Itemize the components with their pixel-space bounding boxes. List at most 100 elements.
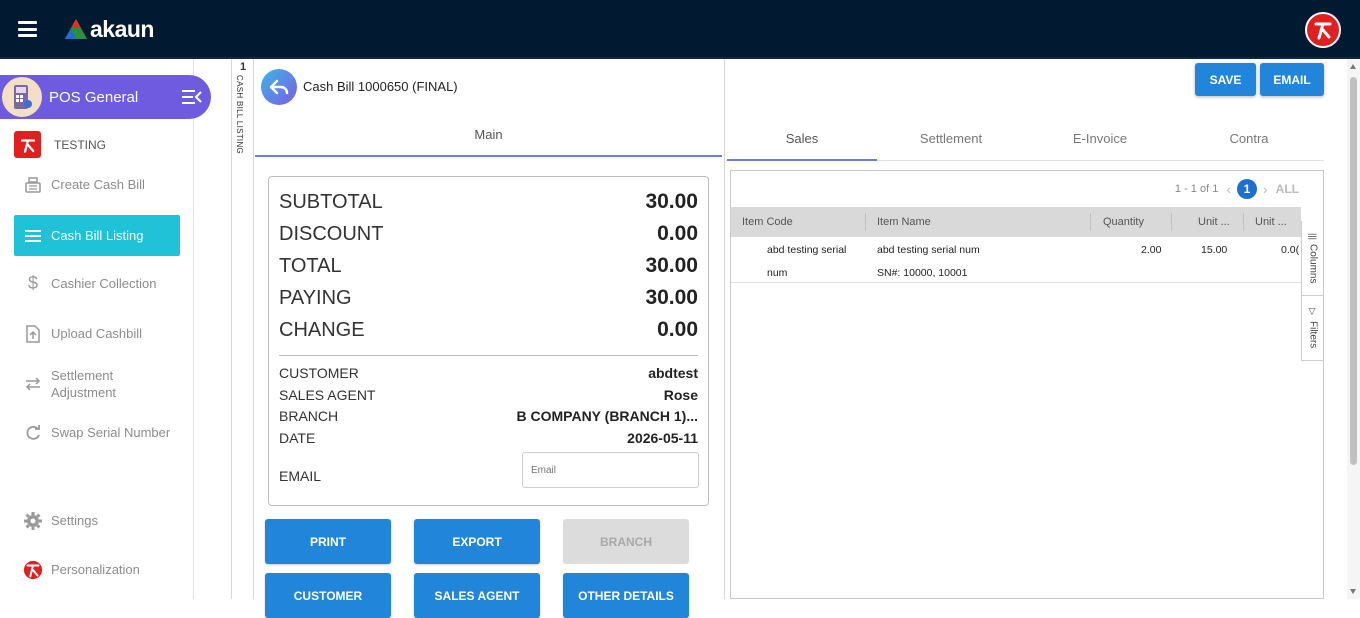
scroll-up-arrow-icon[interactable] — [1350, 64, 1356, 69]
filters-tool-label: Filters — [1307, 321, 1319, 349]
summary-value: 0.00 — [657, 318, 698, 341]
company-logo-icon — [14, 131, 41, 158]
column-separator[interactable] — [1171, 213, 1172, 231]
sidebar-item-label: Cash Bill Listing — [51, 228, 144, 243]
column-header-item-name[interactable]: Item Name — [877, 216, 931, 228]
grid-header: Item Code Item Name Quantity Unit ... Un… — [731, 207, 1301, 237]
columns-tool-label: Columns — [1307, 243, 1319, 284]
column-separator[interactable] — [1243, 213, 1244, 231]
hamburger-menu-icon[interactable] — [18, 21, 37, 37]
company-name: TESTING — [54, 137, 107, 152]
scroll-down-arrow-icon[interactable] — [1350, 589, 1356, 594]
upload-icon — [23, 324, 43, 344]
column-separator[interactable] — [1090, 213, 1091, 231]
show-all-button[interactable]: ALL — [1276, 182, 1299, 196]
detail-tabs: Sales Settlement E-Invoice Contra — [726, 121, 1324, 161]
akaun-avatar-icon — [23, 560, 43, 580]
summary-value: 0.00 — [657, 222, 698, 245]
sidebar-item-upload-cashbill[interactable]: Upload Cashbill — [14, 313, 180, 354]
items-grid: 1 - 1 of 1 ‹ 1 › ALL Item Code Item Name… — [730, 170, 1324, 599]
sidebar-item-swap-serial-number[interactable]: Swap Serial Number — [14, 412, 180, 453]
chevron-right-icon[interactable]: › — [1263, 181, 1268, 197]
other-details-button[interactable]: OTHER DETAILS — [563, 573, 689, 618]
tab-main[interactable]: Main — [255, 121, 722, 157]
summary-row-change: CHANGE 0.00 — [279, 315, 698, 345]
sidebar-item-settlement-adjustment[interactable]: Settlement Adjustment — [14, 363, 180, 404]
bill-summary-card: SUBTOTAL 30.00 DISCOUNT 0.00 TOTAL 30.00… — [268, 176, 709, 506]
scroll-thumb[interactable] — [1350, 77, 1357, 465]
sidebar-item-label: Settings — [51, 513, 98, 528]
summary-label: SUBTOTAL — [279, 190, 383, 213]
tab-settlement[interactable]: Settlement — [876, 121, 1026, 161]
module-header[interactable]: POS General — [0, 75, 211, 119]
detail-panel: SAVE EMAIL Sales Settlement E-Invoice Co… — [726, 59, 1346, 599]
cell-item-code-line1: abd testing serial — [767, 244, 847, 256]
column-header-unit-other[interactable]: Unit ... — [1255, 216, 1287, 228]
cash-bill-listing-tab[interactable]: 1 CASH BILL LISTING — [231, 59, 254, 599]
logo-text: akaun — [90, 15, 154, 42]
akaun-avatar-icon — [1314, 22, 1332, 40]
customer-button[interactable]: CUSTOMER — [265, 573, 391, 618]
gear-icon — [23, 511, 43, 531]
user-avatar[interactable] — [1305, 12, 1341, 48]
sidebar-item-settings[interactable]: Settings — [14, 500, 180, 541]
cell-item-name: abd testing serial num — [877, 244, 980, 256]
sidebar-item-personalization[interactable]: Personalization — [14, 549, 180, 590]
columns-icon: ||| — [1308, 232, 1318, 240]
tab-e-invoice[interactable]: E-Invoice — [1025, 121, 1175, 161]
sidebar-item-label: Personalization — [51, 562, 140, 577]
filters-tool-button[interactable]: ▽ Filters — [1302, 296, 1324, 361]
summary-label: CHANGE — [279, 318, 365, 341]
page-number-button[interactable]: 1 — [1237, 179, 1257, 199]
email-button[interactable]: EMAIL — [1260, 63, 1324, 96]
tab-contra[interactable]: Contra — [1174, 121, 1324, 161]
print-button[interactable]: PRINT — [265, 519, 391, 564]
akaun-logo[interactable]: akaun — [64, 16, 154, 42]
pagination: 1 - 1 of 1 ‹ 1 › ALL — [1175, 177, 1299, 201]
summary-divider — [279, 355, 698, 356]
bill-panel: Cash Bill 1000650 (FINAL) Main SUBTOTAL … — [255, 59, 725, 618]
cell-unit-other: 0.0( — [1281, 244, 1300, 256]
info-label: CUSTOMER — [279, 365, 359, 381]
module-title: POS General — [49, 88, 139, 106]
export-button[interactable]: EXPORT — [414, 519, 540, 564]
sidebar-item-label: Upload Cashbill — [51, 326, 143, 341]
page-scrollbar[interactable] — [1347, 59, 1360, 599]
info-label: SALES AGENT — [279, 387, 376, 403]
summary-row-paying: PAYING 30.00 — [279, 283, 698, 313]
column-header-unit-price[interactable]: Unit ... — [1198, 216, 1230, 228]
info-value: B COMPANY (BRANCH 1)... — [516, 408, 699, 424]
summary-value: 30.00 — [645, 254, 698, 277]
back-button[interactable] — [261, 69, 297, 105]
column-header-item-code[interactable]: Item Code — [742, 216, 793, 228]
summary-label: DISCOUNT — [279, 222, 384, 245]
bill-title: Cash Bill 1000650 (FINAL) — [303, 79, 458, 94]
table-row[interactable]: abd testing serial num abd testing seria… — [731, 237, 1301, 283]
save-button[interactable]: SAVE — [1195, 63, 1256, 96]
info-value: abdtest — [648, 365, 698, 381]
column-header-quantity[interactable]: Quantity — [1103, 216, 1144, 228]
swap-arrows-icon — [23, 374, 43, 394]
sidebar-item-cashier-collection[interactable]: $ Cashier Collection — [14, 263, 180, 304]
info-row-date: DATE 2026-05-11 — [279, 427, 698, 449]
list-icon — [23, 226, 43, 246]
sidebar-item-label: Settlement Adjustment — [51, 367, 117, 400]
chevron-left-icon[interactable]: ‹ — [1226, 181, 1231, 197]
summary-row-discount: DISCOUNT 0.00 — [279, 219, 698, 249]
sidebar-item-cash-bill-listing[interactable]: Cash Bill Listing — [14, 215, 180, 256]
sales-agent-button[interactable]: SALES AGENT — [414, 573, 540, 618]
sidebar-item-create-cash-bill[interactable]: Create Cash Bill — [14, 164, 180, 205]
listing-label: CASH BILL LISTING — [235, 75, 244, 155]
reply-arrow-icon — [269, 79, 289, 95]
email-input[interactable] — [522, 452, 699, 488]
branch-button[interactable]: BRANCH — [563, 519, 689, 564]
cash-register-icon — [23, 175, 43, 195]
column-separator[interactable] — [865, 213, 866, 231]
collapse-menu-icon[interactable] — [181, 89, 203, 105]
company-selector[interactable]: TESTING — [14, 131, 106, 158]
pager-range: 1 - 1 of 1 — [1174, 183, 1219, 195]
summary-row-total: TOTAL 30.00 — [279, 251, 698, 281]
columns-tool-button[interactable]: ||| Columns — [1302, 221, 1324, 296]
sidebar-item-label: Cashier Collection — [51, 276, 157, 291]
tab-sales[interactable]: Sales — [727, 121, 877, 161]
